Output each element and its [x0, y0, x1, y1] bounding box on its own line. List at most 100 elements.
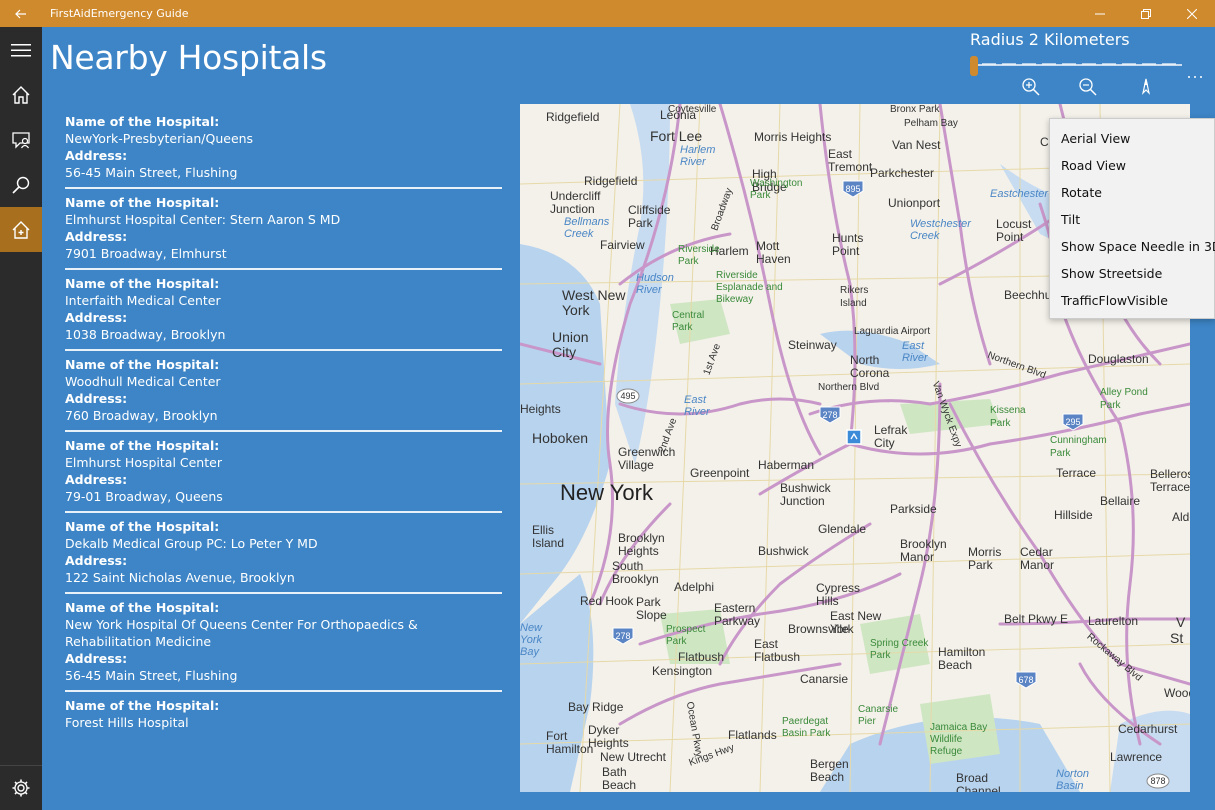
map-label-adelphi: Adelphi	[674, 580, 715, 594]
map-menu-item[interactable]: Road View	[1050, 152, 1214, 179]
search-icon	[12, 176, 30, 194]
hospital-list-item[interactable]: Name of the Hospital: Elmhurst Hospital C…	[65, 432, 502, 513]
map-menu-item[interactable]: Tilt	[1050, 206, 1214, 233]
map-label-cypress-hills: Cypress Hills	[816, 581, 861, 608]
slider-tick	[1162, 63, 1176, 65]
map-label-lefrak-city: Lefrak City	[874, 423, 908, 450]
restore-button[interactable]	[1123, 0, 1169, 27]
map-label-west-new-york: West New York	[562, 287, 626, 318]
hospital-name: NewYork-Presbyterian/Queens	[65, 131, 254, 146]
hospital-list-item[interactable]: Name of the Hospital: Elmhurst Hospital C…	[65, 189, 502, 270]
map-menu-item[interactable]: Rotate	[1050, 179, 1214, 206]
zoom-out-icon	[1079, 78, 1097, 96]
hamburger-icon	[11, 43, 31, 56]
hospital-list-item[interactable]: Name of the Hospital: Dekalb Medical Grou…	[65, 513, 502, 594]
sidebar-item-search[interactable]	[0, 162, 42, 207]
slider-tick	[1062, 63, 1076, 65]
hospital-list-item[interactable]: Name of the Hospital: Interfaith Medical …	[65, 270, 502, 351]
slider-tick	[1042, 63, 1056, 65]
hospital-list[interactable]: Name of the Hospital: NewYork-Presbyteria…	[65, 108, 502, 756]
map-label-northern-blvd: Northern Blvd	[818, 382, 880, 393]
slider-tick	[1142, 63, 1156, 65]
sidebar-item-home[interactable]	[0, 72, 42, 117]
hospital-address-label: Address:	[65, 229, 128, 244]
map-label-park-slope: Park Slope	[636, 595, 667, 622]
map-label-morris-heights: Morris Heights	[754, 130, 832, 144]
settings-button[interactable]	[0, 765, 42, 810]
map-label-flatlands: Flatlands	[728, 728, 777, 742]
map-label-eastern-parkway: Eastern Parkway	[714, 601, 761, 628]
map-label-parkchester: Parkchester	[870, 166, 935, 180]
map-label-douglaston: Douglaston	[1088, 352, 1149, 366]
map-label-alley-pond-park: Alley Pond Park	[1100, 387, 1148, 411]
hospital-name: Elmhurst Hospital Center	[65, 455, 222, 470]
compass-icon	[1141, 78, 1151, 95]
map-label-terrace: Terrace	[1056, 466, 1097, 480]
hospital-address: 122 Saint Nicholas Avenue, Brooklyn	[65, 570, 295, 585]
back-button[interactable]	[0, 0, 42, 27]
map-label-undercliff: Undercliff Junction	[550, 189, 601, 216]
minimize-button[interactable]	[1077, 0, 1123, 27]
map-menu-item[interactable]: TrafficFlowVisible	[1050, 287, 1214, 314]
map-label-st: St	[1170, 630, 1184, 646]
map-label-fort-lee: Fort Lee	[650, 128, 703, 144]
hospital-name-label: Name of the Hospital:	[65, 195, 220, 210]
map-label-new-york: New York	[560, 480, 653, 505]
map-label-belt-pkwy: Belt Pkwy E	[1004, 612, 1069, 626]
hospital-address-label: Address:	[65, 553, 128, 568]
hwy-278-label: 278	[822, 410, 837, 420]
slider-thumb[interactable]	[970, 56, 978, 76]
map-label-woodmere: Woodm	[1164, 686, 1190, 700]
map-label-heights: Heights	[520, 402, 561, 416]
more-icon	[1188, 76, 1202, 78]
map-label-east-river: East River	[902, 340, 928, 364]
map-label-east-flatbush: East Flatbush	[754, 637, 801, 664]
hospital-list-item[interactable]: Name of the Hospital: New York Hospital O…	[65, 594, 502, 692]
sidebar-item-contacts[interactable]	[0, 117, 42, 162]
map-label-broad-channel: Broad Channel	[956, 771, 1001, 793]
zoom-out-button[interactable]	[1077, 76, 1099, 98]
hospital-list-item[interactable]: Name of the Hospital: Woodhull Medical Ce…	[65, 351, 502, 432]
hospital-name: Interfaith Medical Center	[65, 293, 221, 308]
map-label-fairview: Fairview	[600, 238, 645, 252]
map-label-norton-basin: Norton Basin	[1056, 768, 1090, 792]
hospital-address: 79-01 Broadway, Queens	[65, 489, 223, 504]
hospital-address-label: Address:	[65, 391, 128, 406]
hospital-address: 56-45 Main Street, Flushing	[65, 668, 238, 683]
map-label-ellis-island: Ellis Island	[532, 523, 565, 550]
map-menu-item[interactable]: Show Space Needle in 3D	[1050, 233, 1215, 260]
map-label-bay-ridge: Bay Ridge	[568, 700, 624, 714]
map-label-bellmans-creek: Bellmans Creek	[564, 216, 610, 240]
map-label-cunningham-park: Cunningham Park	[1050, 435, 1107, 459]
map-label-rikers-island: Rikers Island	[840, 285, 869, 309]
close-icon	[1187, 8, 1197, 19]
more-options-button[interactable]	[1184, 66, 1206, 88]
window-title: FirstAidEmergency Guide	[50, 7, 189, 20]
slider-tick	[1122, 63, 1136, 65]
hospital-name-label: Name of the Hospital:	[65, 519, 220, 534]
hospital-name-label: Name of the Hospital:	[65, 438, 220, 453]
zoom-in-button[interactable]	[1020, 76, 1042, 98]
map-label-north-corona: North Corona	[850, 353, 890, 380]
hamburger-menu-button[interactable]	[0, 27, 42, 72]
map-label-spring-creek-park: Spring Creek Park	[870, 638, 929, 661]
map-label-laurelton: Laurelton	[1088, 614, 1139, 628]
map-label-cedarhurst: Cedarhurst	[1118, 722, 1178, 736]
map-label-prospect-park: Prospect Park	[666, 624, 706, 647]
sidebar-item-hospital[interactable]	[0, 207, 42, 252]
map-menu-item[interactable]: Aerial View	[1050, 125, 1214, 152]
compass-button[interactable]	[1135, 76, 1157, 98]
map-label-dyker-heights: Dyker Heights	[588, 723, 629, 750]
hwy-895-label: 895	[845, 184, 860, 194]
map-label-mott-haven: Mott Haven	[756, 239, 791, 266]
map-label-bushwick: Bushwick	[758, 544, 809, 558]
map-label-coytesville: Coytesville	[668, 104, 717, 115]
hospital-list-item[interactable]: Name of the Hospital: Forest Hills Hospit…	[65, 692, 502, 737]
map-label-south-brooklyn: South Brooklyn	[612, 559, 659, 586]
hospital-list-item[interactable]: Name of the Hospital: NewYork-Presbyteria…	[65, 108, 502, 189]
map-label-canarsie: Canarsie	[800, 672, 849, 686]
map-label-laguardia: Laguardia Airport	[854, 326, 931, 337]
close-button[interactable]	[1169, 0, 1215, 27]
radius-slider[interactable]	[970, 55, 1182, 77]
map-menu-item[interactable]: Show Streetside	[1050, 260, 1214, 287]
